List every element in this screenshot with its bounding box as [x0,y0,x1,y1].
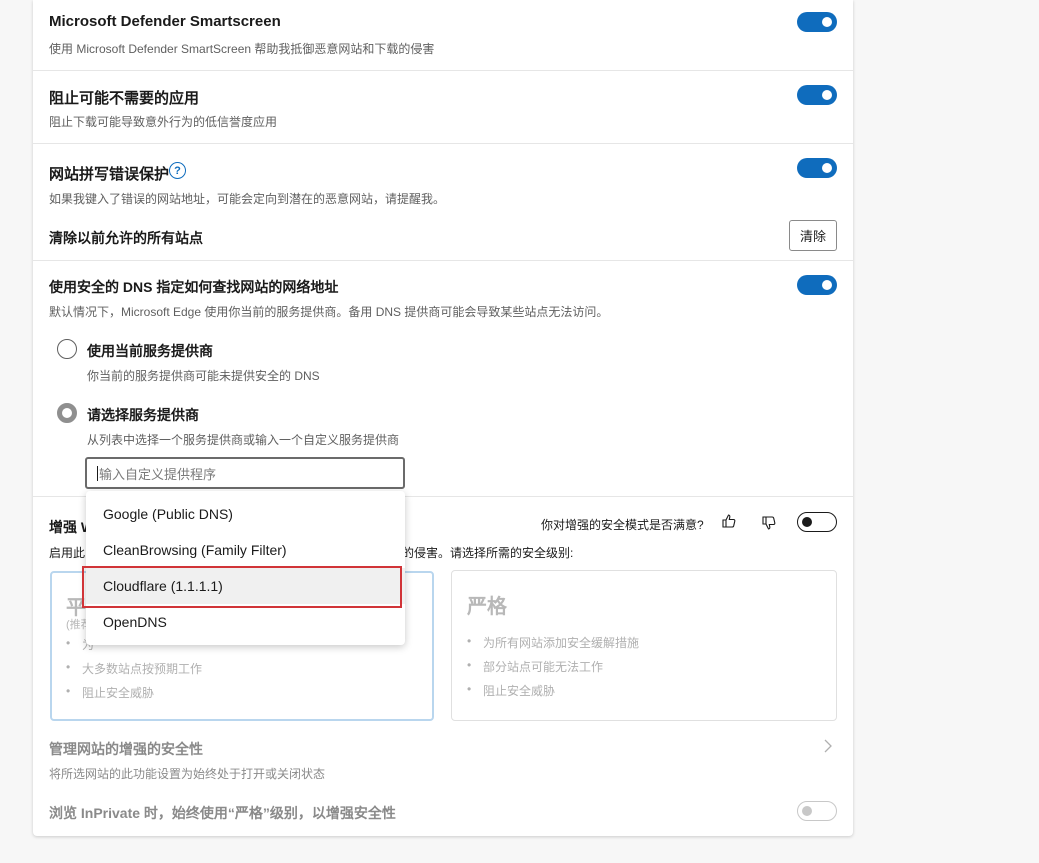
radio-current-provider[interactable] [57,339,77,359]
option-current-label: 使用当前服务提供商 [87,343,213,359]
typo-desc: 如果我键入了错误的网站地址，可能会定向到潜在的恶意网站，请提醒我。 [49,192,446,206]
toggle-knob [822,17,832,27]
toggle-knob [822,163,832,173]
manage-sites-desc: 将所选网站的此功能设置为始终处于打开或关闭状态 [49,767,326,781]
balanced-bullet-dot: • [66,636,71,650]
balanced-bullet-dot: • [66,684,71,698]
strict-bullet-dot: • [467,634,472,648]
strict-bullet-1: 为所有网站添加安全缓解措施 [483,636,640,650]
strict-title: 严格 [467,596,507,618]
divider [33,143,853,144]
smartscreen-toggle[interactable] [797,12,837,32]
settings-card: Microsoft Defender Smartscreen 使用 Micros… [33,0,853,836]
custom-provider-placeholder: 输入自定义提供程序 [99,466,217,482]
option-choose-desc: 从列表中选择一个服务提供商或输入一个自定义服务提供商 [87,433,400,447]
text-caret [97,465,98,481]
divider [33,70,853,71]
typo-toggle[interactable] [797,158,837,178]
typo-title: 网站拼写错误保护 [49,166,170,183]
toggle-knob [802,517,812,527]
strict-bullet-dot: • [467,658,472,672]
toggle-knob [802,806,812,816]
strict-bullet-dot: • [467,682,472,696]
balanced-bullet-dot: • [66,660,71,674]
thumbs-down-icon[interactable] [761,515,777,531]
chevron-right-icon[interactable] [823,738,833,754]
smartscreen-desc: 使用 Microsoft Defender SmartScreen 帮助我抵御恶… [49,42,435,56]
enhanced-desc-left: 启用此 [49,546,86,560]
strict-level-card[interactable]: 严格 • 为所有网站添加安全缓解措施 • 部分站点可能无法工作 • 阻止安全威胁 [451,570,837,721]
dropdown-option-highlighted[interactable]: Cloudflare (1.1.1.1) [86,568,405,604]
inprivate-title: 浏览 InPrivate 时，始终使用“严格”级别，以增强安全性 [49,805,396,821]
pua-desc: 阻止下载可能导致意外行为的低信誉度应用 [49,115,278,129]
balanced-bullet-3: 阻止安全威胁 [82,686,155,700]
dropdown-option[interactable]: CleanBrowsing (Family Filter) [86,532,405,568]
strict-bullet-2: 部分站点可能无法工作 [483,660,604,674]
enhanced-toggle[interactable] [797,512,837,532]
clear-sites-title: 清除以前允许的所有站点 [49,230,203,246]
custom-provider-input[interactable]: 输入自定义提供程序 [85,457,405,489]
toggle-knob [822,280,832,290]
dns-desc: 默认情况下，Microsoft Edge 使用你当前的服务提供商。备用 DNS … [49,305,609,319]
pua-toggle[interactable] [797,85,837,105]
balanced-bullet-2: 大多数站点按预期工作 [82,662,203,676]
strict-bullet-3: 阻止安全威胁 [483,684,556,698]
dropdown-option[interactable]: OpenDNS [86,604,405,640]
pua-title: 阻止可能不需要的应用 [49,90,200,107]
dns-provider-dropdown: Google (Public DNS) CleanBrowsing (Famil… [86,491,405,645]
help-icon[interactable]: ? [169,162,186,179]
thumbs-up-icon[interactable] [721,513,737,529]
divider [33,260,853,261]
manage-sites-title[interactable]: 管理网站的增强的安全性 [49,739,203,759]
toggle-knob [822,90,832,100]
option-current-desc: 你当前的服务提供商可能未提供安全的 DNS [87,369,320,383]
dns-title: 使用安全的 DNS 指定如何查找网站的网络地址 [49,279,339,295]
clear-button[interactable]: 清除 [789,220,837,251]
dns-toggle[interactable] [797,275,837,295]
option-choose-label: 请选择服务提供商 [87,407,199,423]
feedback-question: 你对增强的安全模式是否满意? [541,518,704,532]
radio-choose-provider[interactable] [57,403,77,423]
inprivate-toggle[interactable] [797,801,837,821]
enhanced-desc-right: 的侵害。请选择所需的安全级别: [402,546,574,560]
dropdown-option[interactable]: Google (Public DNS) [86,496,405,532]
smartscreen-title: Microsoft Defender Smartscreen [49,13,281,30]
